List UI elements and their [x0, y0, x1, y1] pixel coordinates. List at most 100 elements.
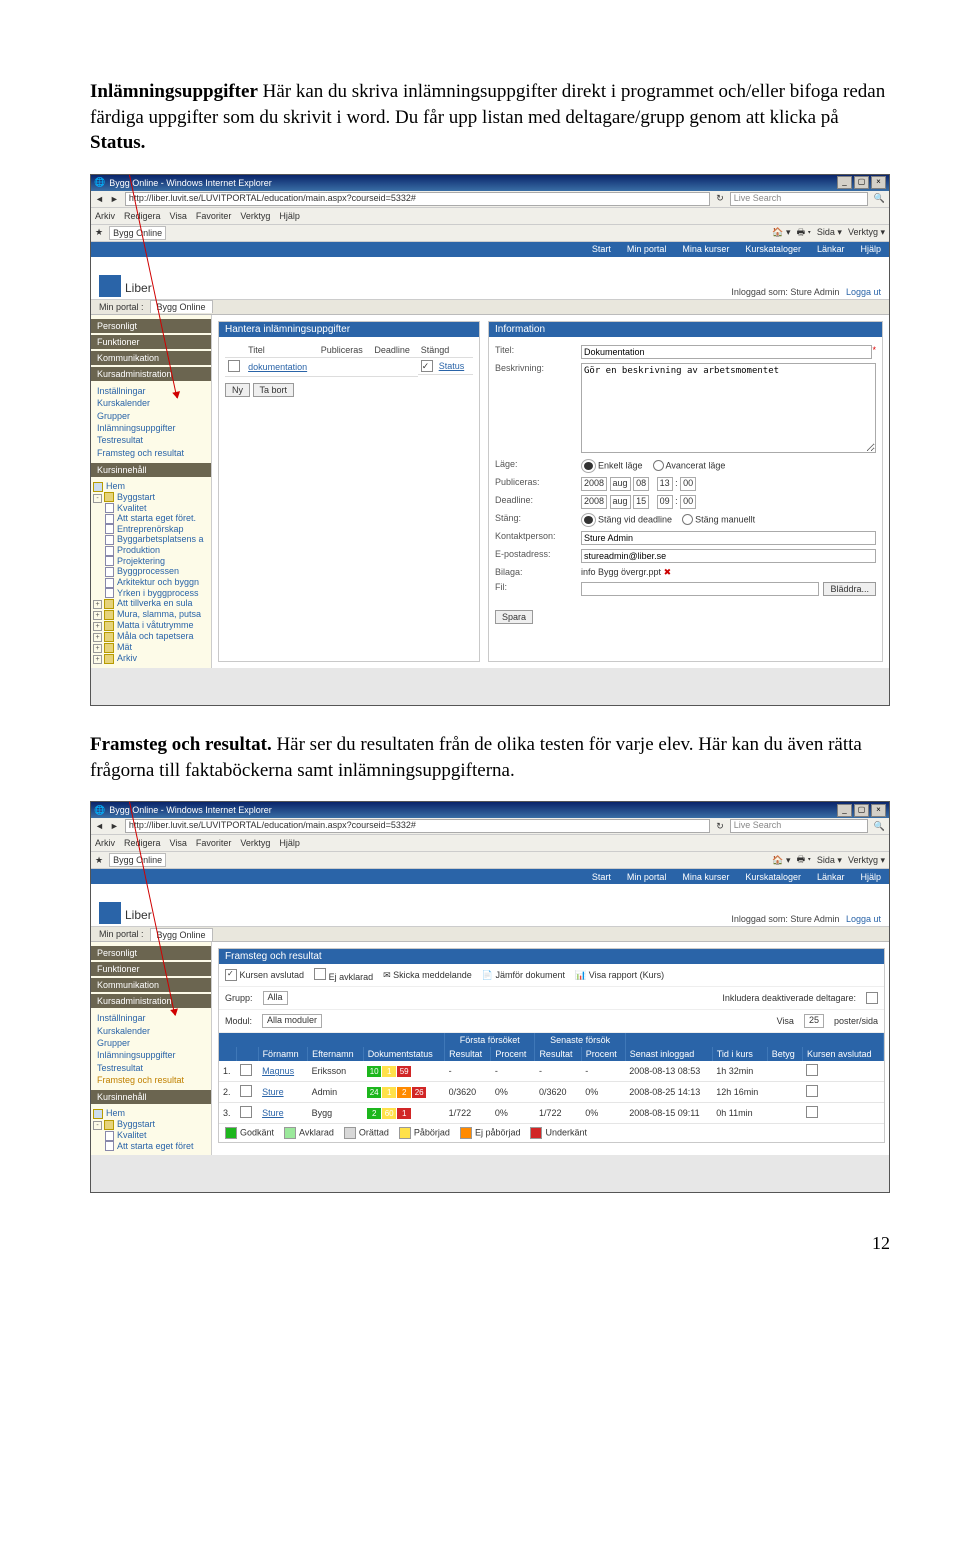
address-input[interactable]: http://liber.luvit.se/LUVITPORTAL/educat…: [125, 819, 710, 833]
row-checkbox[interactable]: [240, 1085, 252, 1097]
save-button[interactable]: Spara: [495, 610, 533, 624]
tools-menu[interactable]: Verktyg ▾: [848, 227, 885, 238]
admin-inlamningsuppgifter[interactable]: Inlämningsuppgifter: [97, 422, 211, 434]
tree-item[interactable]: Produktion: [93, 545, 211, 556]
tree-item[interactable]: Projektering: [93, 556, 211, 567]
refresh-button[interactable]: ↻: [716, 193, 724, 204]
tab-bygg-online[interactable]: Bygg Online: [109, 853, 166, 867]
nav-mina-kurser[interactable]: Mina kurser: [682, 244, 729, 254]
tree-item[interactable]: -Byggstart: [93, 492, 211, 503]
tree-item[interactable]: +Mura, slamma, putsa: [93, 609, 211, 620]
logout-link[interactable]: Logga ut: [846, 914, 881, 924]
completed-checkbox[interactable]: [806, 1064, 818, 1076]
tree-item[interactable]: Entreprenörskap: [93, 524, 211, 535]
tree-item[interactable]: Byggarbetsplatsens a: [93, 534, 211, 545]
admin-installningar[interactable]: Inställningar: [97, 385, 211, 397]
forward-button[interactable]: ►: [110, 821, 119, 831]
email-input[interactable]: [581, 549, 876, 563]
menu-visa[interactable]: Visa: [170, 211, 187, 221]
tree-item[interactable]: +Måla och tapetsera: [93, 631, 211, 642]
compare-icon[interactable]: 📄: [482, 970, 493, 980]
student-link[interactable]: Sture: [262, 1087, 284, 1097]
include-deactivated-checkbox[interactable]: [866, 992, 878, 1004]
pub-min[interactable]: 00: [680, 477, 696, 491]
address-input[interactable]: http://liber.luvit.se/LUVITPORTAL/educat…: [125, 192, 710, 206]
student-link[interactable]: Magnus: [262, 1066, 294, 1076]
home-icon[interactable]: 🏠 ▾: [772, 227, 790, 238]
sec-personligt[interactable]: Personligt: [91, 319, 211, 333]
assignment-title-link[interactable]: dokumentation: [248, 362, 307, 372]
tree-item[interactable]: +Arkiv: [93, 653, 211, 664]
back-button[interactable]: ◄: [95, 194, 104, 204]
module-select[interactable]: Alla moduler: [262, 1014, 322, 1028]
report-icon[interactable]: 📊: [575, 970, 586, 980]
delete-button[interactable]: Ta bort: [253, 383, 295, 397]
close-at-deadline[interactable]: [581, 513, 596, 527]
maximize-button[interactable]: ▢: [854, 804, 869, 817]
new-button[interactable]: Ny: [225, 383, 250, 397]
done-checkbox[interactable]: [225, 969, 237, 981]
pagesize-select[interactable]: 25: [804, 1014, 824, 1028]
sec-kursinnehall[interactable]: Kursinnehåll: [91, 463, 211, 477]
tree-item[interactable]: Hem: [93, 481, 211, 492]
favorites-icon[interactable]: ★: [95, 855, 103, 866]
tree-item[interactable]: Kvalitet: [93, 503, 211, 514]
row-checkbox[interactable]: [240, 1106, 252, 1118]
menu-hjalp[interactable]: Hjälp: [279, 211, 300, 221]
maximize-button[interactable]: ▢: [854, 176, 869, 189]
search-go-button[interactable]: 🔍: [874, 821, 885, 832]
logout-link[interactable]: Logga ut: [846, 287, 881, 297]
search-input[interactable]: Live Search: [730, 192, 868, 206]
tree-item[interactable]: +Matta i våtutrymme: [93, 620, 211, 631]
admin-grupper[interactable]: Grupper: [97, 410, 211, 422]
tree-item[interactable]: Arkitektur och byggn: [93, 577, 211, 588]
tab-bygg-online[interactable]: Bygg Online: [109, 226, 166, 240]
menu-favoriter[interactable]: Favoriter: [196, 211, 232, 221]
dl-month[interactable]: aug: [610, 495, 631, 509]
student-link[interactable]: Sture: [262, 1108, 284, 1118]
dl-day[interactable]: 15: [633, 495, 649, 509]
mode-advanced-radio[interactable]: [653, 460, 664, 471]
forward-button[interactable]: ►: [110, 194, 119, 204]
completed-checkbox[interactable]: [806, 1106, 818, 1118]
menu-redigera[interactable]: Redigera: [124, 211, 161, 221]
nav-hjalp[interactable]: Hjälp: [860, 244, 881, 254]
search-go-button[interactable]: 🔍: [874, 193, 885, 204]
dl-min[interactable]: 00: [680, 495, 696, 509]
sec-kommunikation[interactable]: Kommunikation: [91, 351, 211, 365]
browse-button[interactable]: Bläddra...: [823, 582, 876, 596]
search-input[interactable]: Live Search: [730, 819, 868, 833]
menu-arkiv[interactable]: Arkiv: [95, 211, 115, 221]
status-link[interactable]: Status: [439, 361, 465, 371]
file-input[interactable]: [581, 582, 819, 596]
pub-month[interactable]: aug: [610, 477, 631, 491]
pub-hour[interactable]: 13: [657, 477, 673, 491]
refresh-button[interactable]: ↻: [716, 821, 724, 832]
nav-min-portal[interactable]: Min portal: [627, 244, 667, 254]
tree-item[interactable]: Byggprocessen: [93, 566, 211, 577]
sec-kursadmin[interactable]: Kursadministration: [91, 367, 211, 381]
favorites-icon[interactable]: ★: [95, 227, 103, 238]
close-manual[interactable]: [682, 514, 693, 525]
closed-check[interactable]: ✓: [421, 360, 433, 372]
completed-checkbox[interactable]: [806, 1085, 818, 1097]
tree-item[interactable]: Att starta eget föret.: [93, 513, 211, 524]
assignment-row[interactable]: dokumentation ✓ Status: [225, 357, 473, 376]
pub-day[interactable]: 08: [633, 477, 649, 491]
nav-kurskataloger[interactable]: Kurskataloger: [745, 244, 801, 254]
nav-start[interactable]: Start: [592, 244, 611, 254]
description-textarea[interactable]: Gör en beskrivning av arbetsmomentet: [581, 363, 876, 453]
close-button[interactable]: ×: [871, 804, 886, 817]
page-menu[interactable]: Sida ▾: [817, 227, 842, 238]
tree-item[interactable]: +Att tillverka en sula: [93, 598, 211, 609]
course-tab[interactable]: Bygg Online: [150, 300, 213, 313]
nav-lankar[interactable]: Länkar: [817, 244, 845, 254]
admin-framsteg[interactable]: Framsteg och resultat: [97, 447, 211, 459]
tree-item[interactable]: Att starta eget föret: [93, 1141, 211, 1152]
sec-funktioner[interactable]: Funktioner: [91, 335, 211, 349]
dl-hour[interactable]: 09: [657, 495, 673, 509]
minimize-button[interactable]: _: [837, 176, 852, 189]
send-msg-icon[interactable]: ✉: [383, 970, 391, 980]
tree-item[interactable]: Hem: [93, 1108, 211, 1119]
tree-item[interactable]: Kvalitet: [93, 1130, 211, 1141]
